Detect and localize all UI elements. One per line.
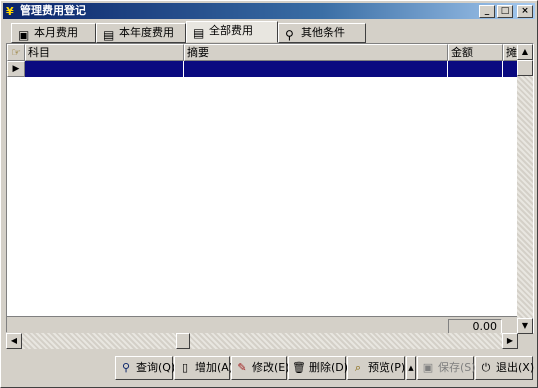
tab-this-month[interactable]: ▣ 本月费用 xyxy=(11,23,96,43)
calendar-year-icon: ▤ xyxy=(103,28,115,42)
save-button[interactable]: ▣ 保存(S) xyxy=(417,356,476,380)
preview-button[interactable]: ⌕ 预览(P) xyxy=(347,356,405,380)
tab-label: 其他条件 xyxy=(301,26,345,39)
grid-footer: 0.00 xyxy=(7,316,519,334)
scroll-up-button[interactable]: ▲ xyxy=(517,44,533,60)
button-label: 删除(D) xyxy=(309,361,349,374)
magnifier-icon: ⚲ xyxy=(285,28,294,42)
delete-button[interactable]: 🗑 删除(D) xyxy=(288,356,349,380)
edit-button[interactable]: ✎ 修改(E) xyxy=(231,356,290,380)
button-label: 增加(A) xyxy=(195,361,234,374)
bottom-toolbar: ⚲ 查询(Q) ▯ 增加(A) ✎ 修改(E) 🗑 删除(D) ⌕ 预览(P) … xyxy=(1,354,538,382)
close-button[interactable]: × xyxy=(517,5,533,18)
button-label: 修改(E) xyxy=(252,361,290,374)
button-label: 保存(S) xyxy=(438,361,476,374)
cell-summary[interactable] xyxy=(184,61,448,77)
horizontal-scroll-thumb[interactable] xyxy=(176,333,190,349)
button-label: 预览(P) xyxy=(368,361,406,374)
main-window: ¥ 管理费用登记 _ □ × ▣ 本月费用 ▤ 本年度费用 ▤ 全部费用 ⚲ 其… xyxy=(0,0,538,388)
tab-all[interactable]: ▤ 全部费用 xyxy=(186,21,278,43)
pointing-hand-icon: ☞ xyxy=(11,46,21,59)
minimize-button[interactable]: _ xyxy=(479,5,495,18)
exit-button[interactable]: ⏻ 退出(X) xyxy=(475,356,535,380)
scroll-down-button[interactable]: ▼ xyxy=(517,318,533,334)
add-icon: ▯ xyxy=(181,361,189,374)
preview-icon: ⌕ xyxy=(354,361,362,374)
header-corner: ☞ xyxy=(7,44,25,61)
cell-account[interactable] xyxy=(25,61,184,77)
button-label: 查询(Q) xyxy=(136,361,176,374)
table-row[interactable]: ▶ xyxy=(7,61,519,77)
add-button[interactable]: ▯ 增加(A) xyxy=(174,356,234,380)
preview-dropdown-arrow[interactable]: ▲ xyxy=(406,356,416,380)
printer-icon: ▤ xyxy=(193,26,205,40)
query-button[interactable]: ⚲ 查询(Q) xyxy=(115,356,176,380)
delete-icon: 🗑 xyxy=(292,361,306,374)
data-grid[interactable]: ☞ 科目 摘要 金额 摊销 ▶ 0.00 ▲ ▼ xyxy=(6,43,534,334)
column-header-account[interactable]: 科目 xyxy=(25,44,184,61)
save-icon: ▣ xyxy=(422,361,434,374)
current-row-indicator: ▶ xyxy=(7,61,25,77)
grid-header: ☞ 科目 摘要 金额 摊销 xyxy=(7,44,519,61)
app-icon: ¥ xyxy=(6,5,14,18)
tab-label: 全部费用 xyxy=(209,24,253,37)
vertical-scroll-thumb[interactable] xyxy=(517,60,533,76)
button-label: 退出(X) xyxy=(496,361,535,374)
exit-icon: ⏻ xyxy=(481,361,491,374)
tab-other-conditions[interactable]: ⚲ 其他条件 xyxy=(278,23,366,43)
horizontal-scrollbar[interactable]: ◀ ▶ xyxy=(6,333,518,349)
scroll-right-button[interactable]: ▶ xyxy=(502,333,518,349)
vertical-scrollbar[interactable]: ▲ ▼ xyxy=(517,44,533,334)
title-bar[interactable]: ¥ 管理费用登记 _ □ × xyxy=(3,3,535,19)
tab-this-year[interactable]: ▤ 本年度费用 xyxy=(96,23,186,43)
tab-label: 本月费用 xyxy=(34,26,78,39)
edit-icon: ✎ xyxy=(237,361,247,374)
scroll-left-button[interactable]: ◀ xyxy=(6,333,22,349)
column-header-summary[interactable]: 摘要 xyxy=(184,44,448,61)
column-header-amount[interactable]: 金额 xyxy=(448,44,503,61)
query-icon: ⚲ xyxy=(121,361,131,374)
tab-bar: ▣ 本月费用 ▤ 本年度费用 ▤ 全部费用 ⚲ 其他条件 xyxy=(6,21,536,43)
cell-amount[interactable] xyxy=(448,61,503,77)
maximize-button[interactable]: □ xyxy=(497,5,513,18)
calendar-month-icon: ▣ xyxy=(18,28,30,42)
total-amount: 0.00 xyxy=(448,319,502,334)
tab-label: 本年度费用 xyxy=(119,26,174,39)
window-title: 管理费用登记 xyxy=(20,4,86,17)
